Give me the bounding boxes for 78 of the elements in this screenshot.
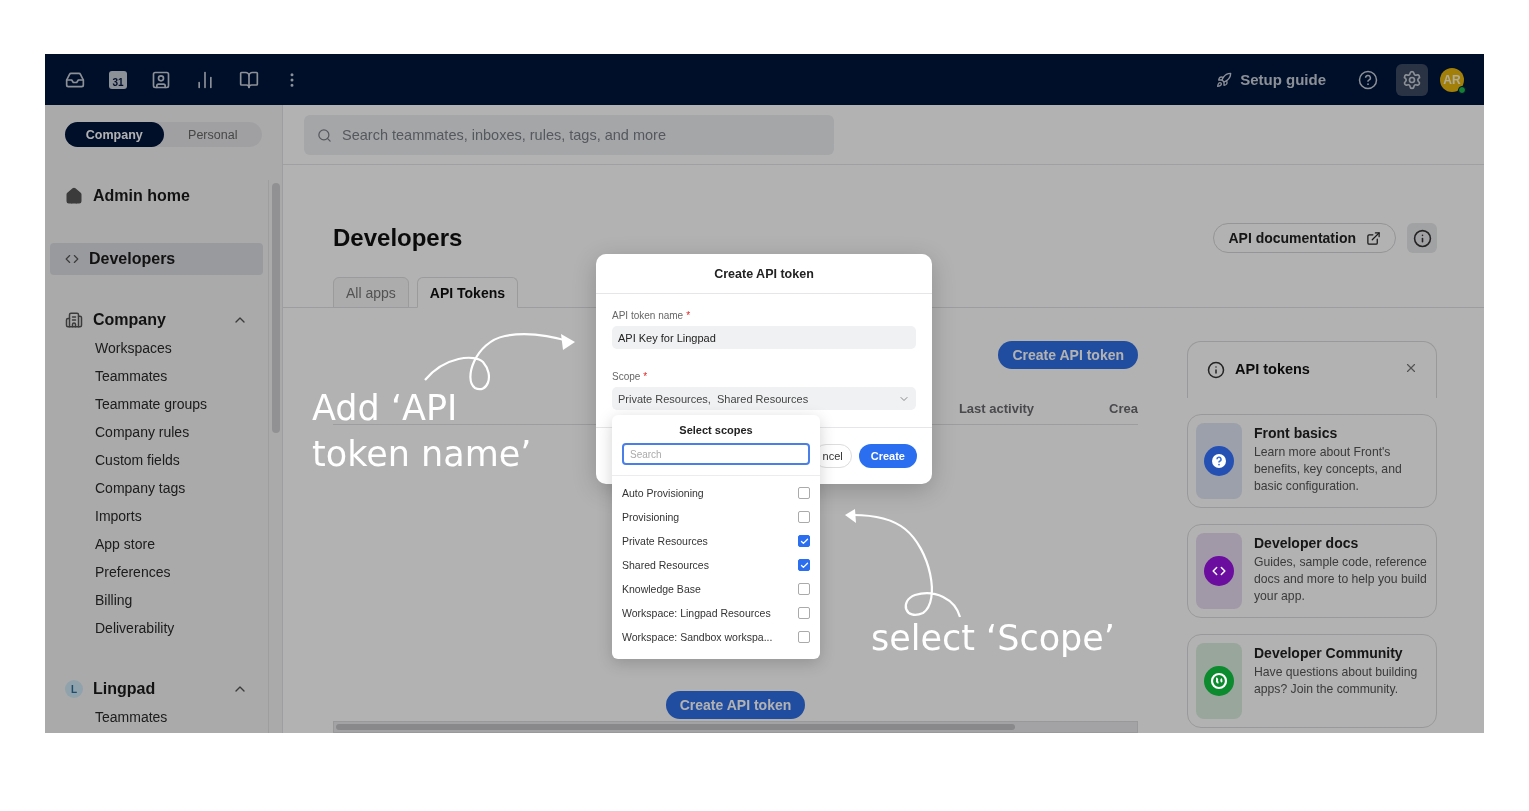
scope-option[interactable]: Knowledge Base: [622, 583, 701, 595]
resource-card[interactable]: Developer Community Have questions about building apps? Join the community.: [1187, 634, 1437, 728]
scope-option[interactable]: Shared Resources: [622, 559, 709, 571]
card-title: Developer Community: [1254, 645, 1404, 661]
token-name-field[interactable]: API Key for Lingpad: [612, 326, 916, 349]
scope-select[interactable]: Private Resources, Shared Resources: [612, 387, 916, 410]
sidebar-item[interactable]: Teammate groups: [50, 390, 263, 418]
section-header[interactable]: Company: [50, 306, 263, 334]
dropdown-title: Select scopes: [679, 424, 753, 436]
scrollbar[interactable]: [333, 721, 1138, 733]
sidebar-item[interactable]: Imports: [50, 502, 263, 530]
sidebar-item[interactable]: Custom fields: [50, 446, 263, 474]
scope-option[interactable]: Workspace: Lingpad Resources: [622, 607, 771, 619]
home-icon: [65, 187, 83, 205]
external-link-icon: [1366, 230, 1381, 246]
sidebar-item[interactable]: Developers: [50, 243, 263, 275]
section-header[interactable]: L Lingpad: [50, 675, 263, 703]
checkbox[interactable]: [798, 607, 810, 619]
gear-icon: [1402, 69, 1422, 90]
scope-search-field[interactable]: Search: [622, 443, 810, 465]
annotation-text: Add ‘API token name’: [312, 387, 532, 476]
resource-card[interactable]: Developer docs Guides, sample code, reference docs and more to help you build your app.: [1187, 524, 1437, 618]
sidebar-item[interactable]: Teammates: [50, 362, 263, 390]
column-header: Last activity: [958, 401, 1035, 416]
workspace-badge: L: [65, 680, 83, 698]
dialog-title: Create API token: [714, 266, 814, 281]
field-label: API token name *: [612, 310, 692, 321]
scope-option[interactable]: Private Resources: [622, 535, 708, 547]
create-button[interactable]: Create: [858, 444, 917, 468]
book-icon[interactable]: [239, 69, 259, 90]
rocket-icon: [1216, 71, 1233, 88]
checkbox[interactable]: [798, 511, 810, 523]
sidebar-item[interactable]: Company tags: [50, 474, 263, 502]
sidebar-item[interactable]: Teammates: [50, 703, 263, 731]
card-title: Front basics: [1254, 425, 1339, 441]
create-token-button[interactable]: Create API token: [665, 691, 806, 719]
scope-option[interactable]: Auto Provisioning: [622, 487, 704, 499]
sidebar-item[interactable]: Deliverability: [50, 614, 263, 642]
checkbox[interactable]: [798, 583, 810, 595]
card-description: Learn more about Front's benefits, key concepts, and basic configuration.: [1254, 444, 1403, 495]
search-icon: [317, 127, 332, 143]
sidebar-item[interactable]: Billing: [50, 586, 263, 614]
scope-option[interactable]: Workspace: Sandbox workspa...: [622, 631, 773, 643]
card-description: Guides, sample code, reference docs and more to help you build your app.: [1254, 554, 1428, 605]
annotation-text: select ‘Scope’: [871, 617, 1115, 660]
scope-option[interactable]: Provisioning: [622, 511, 680, 523]
checkbox[interactable]: [798, 487, 810, 499]
page-title: Developers: [333, 224, 464, 252]
create-token-button[interactable]: Create API token: [998, 341, 1138, 369]
sidebar-item[interactable]: App store: [50, 530, 263, 558]
calendar-icon[interactable]: 31: [109, 70, 127, 89]
card-description: Have questions about building apps? Join the community.: [1254, 664, 1419, 698]
building-icon: [65, 311, 83, 329]
checkbox[interactable]: [798, 535, 810, 547]
checkbox[interactable]: [798, 631, 810, 643]
info-icon: [1207, 361, 1225, 379]
tab[interactable]: API Tokens: [416, 277, 518, 308]
column-header: Crea: [1109, 401, 1138, 416]
card-title: Developer docs: [1254, 535, 1360, 551]
toggle-option[interactable]: Personal: [163, 122, 262, 147]
toggle-option[interactable]: Company: [65, 122, 164, 147]
sidebar-item[interactable]: Preferences: [50, 558, 263, 586]
sidebar-item[interactable]: Admin home: [50, 180, 263, 212]
settings-button[interactable]: [1396, 63, 1428, 96]
sidebar-item[interactable]: Company rules: [50, 418, 263, 446]
bar-chart-icon[interactable]: [195, 69, 215, 90]
contact-icon[interactable]: [151, 69, 171, 90]
info-button[interactable]: [1407, 223, 1437, 253]
card-title: API tokens: [1235, 361, 1311, 377]
code-icon: [65, 252, 79, 266]
resource-card[interactable]: Front basics Learn more about Front's benefits, key concepts, and basic configuration.: [1187, 414, 1437, 508]
setup-guide-link[interactable]: Setup guide: [1216, 71, 1326, 88]
sidebar-item[interactable]: Workspaces: [50, 334, 263, 362]
api-documentation-button[interactable]: API documentation: [1213, 223, 1396, 253]
close-icon[interactable]: [1404, 361, 1418, 375]
scrollbar[interactable]: [268, 180, 282, 733]
checkbox[interactable]: [798, 559, 810, 571]
field-label: Scope *: [612, 371, 649, 382]
